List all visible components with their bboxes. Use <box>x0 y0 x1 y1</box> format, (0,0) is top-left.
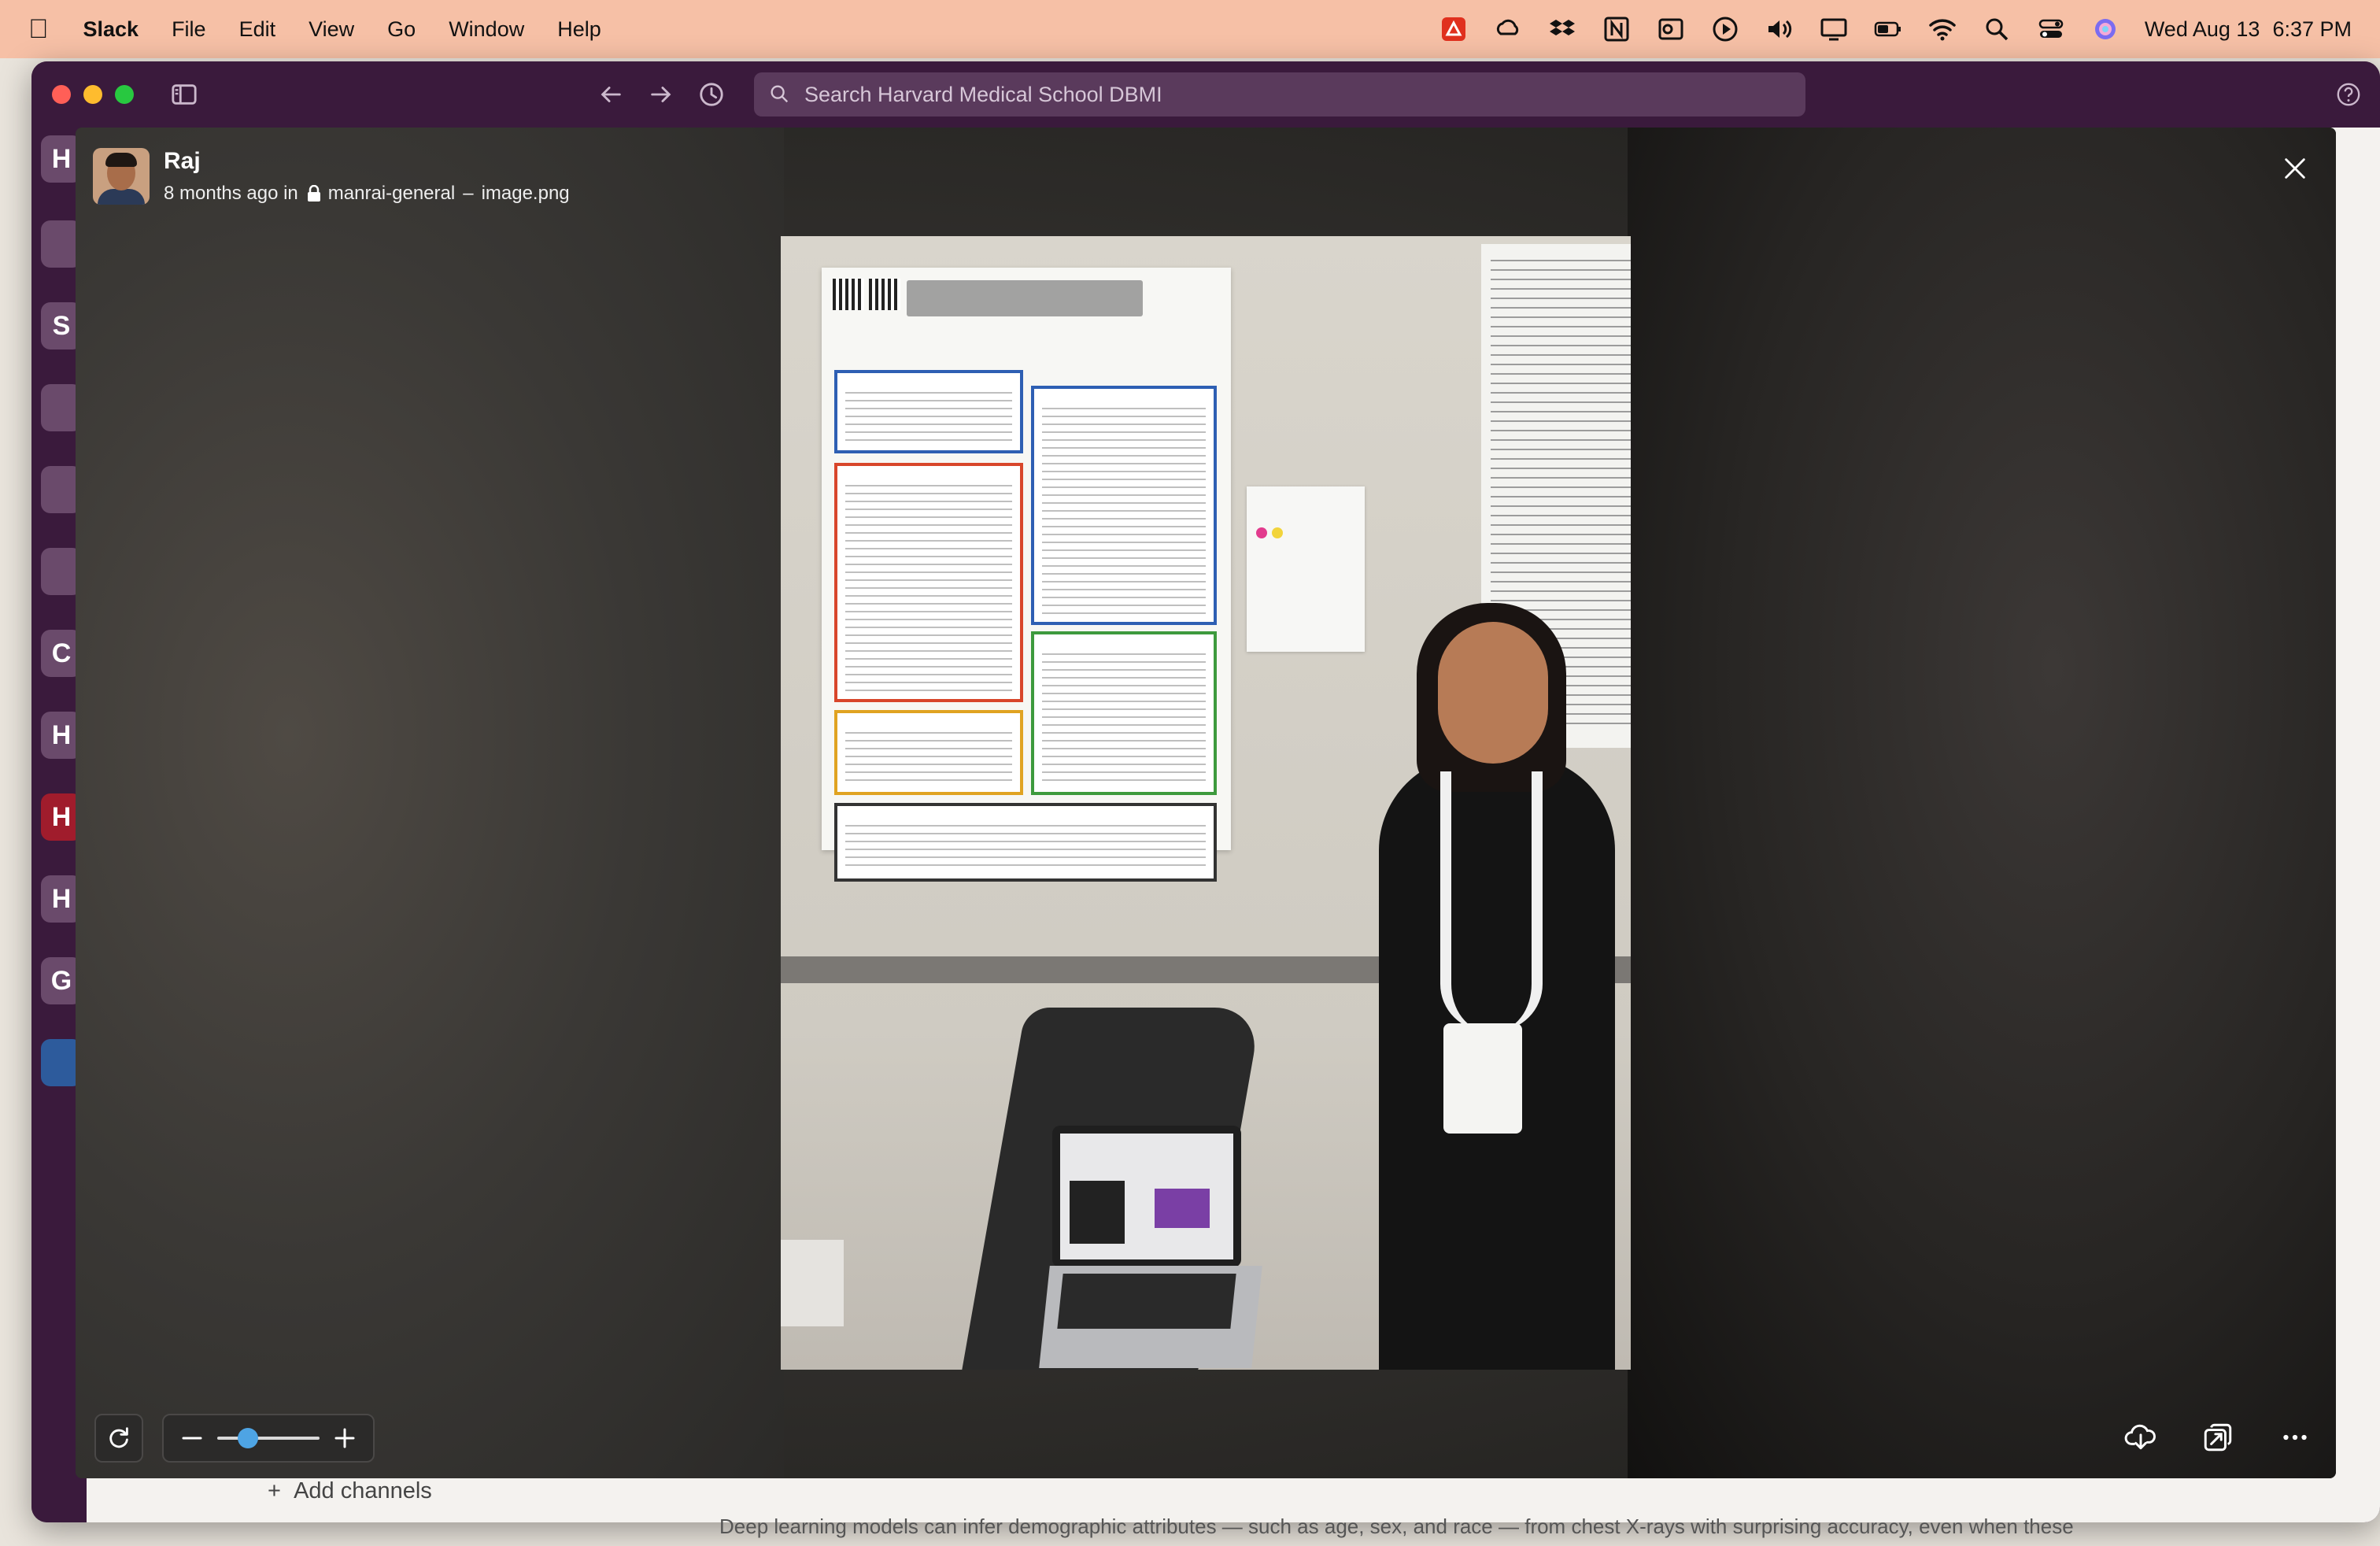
open-in-new-window-icon[interactable] <box>2194 1414 2241 1461</box>
file-meta-line: 8 months ago in manrai-general – image.p… <box>164 183 570 205</box>
reset-rotate-icon[interactable] <box>94 1414 143 1463</box>
blurred-backdrop-right <box>1628 128 2336 1478</box>
minimize-window-button[interactable] <box>83 85 102 104</box>
title-bar: Search Harvard Medical School DBMI <box>31 61 2380 128</box>
outlook-icon[interactable] <box>1655 13 1687 45</box>
add-channels-button[interactable]: + Add channels <box>268 1478 432 1504</box>
workspace-letter: H <box>51 719 72 750</box>
search-icon <box>768 83 792 106</box>
notion-icon[interactable] <box>1601 13 1632 45</box>
status-area: Wed Aug 13 6:37 PM <box>1415 13 2352 45</box>
clock-date: Wed Aug 13 <box>2144 17 2260 41</box>
zoom-window-button[interactable] <box>115 85 134 104</box>
search-placeholder: Search Harvard Medical School DBMI <box>804 82 1162 106</box>
display-icon[interactable] <box>1818 13 1850 45</box>
menu-edit[interactable]: Edit <box>239 17 276 42</box>
photo-laptop <box>1052 1126 1241 1267</box>
menu-view[interactable]: View <box>309 17 354 42</box>
photo-outlet <box>781 1240 844 1326</box>
menu-window[interactable]: Window <box>449 17 524 42</box>
photo-laptop-keyboard <box>1057 1274 1236 1329</box>
workspace-letter: G <box>50 965 72 996</box>
lock-icon <box>306 185 322 202</box>
add-channels-label: Add channels <box>294 1478 432 1503</box>
shared-image[interactable] <box>781 236 1631 1370</box>
photo-name-badge <box>1443 1023 1522 1134</box>
blurred-backdrop-left <box>76 128 784 1478</box>
download-icon[interactable] <box>2117 1414 2164 1461</box>
workspace-letter: S <box>52 310 71 341</box>
menubar-clock[interactable]: Wed Aug 13 6:37 PM <box>2145 17 2352 42</box>
zoom-controls <box>162 1414 375 1463</box>
photo-research-poster <box>822 268 1231 882</box>
battery-icon[interactable] <box>1872 13 1904 45</box>
search-bar[interactable]: Search Harvard Medical School DBMI <box>754 72 1805 117</box>
file-name: image.png <box>481 183 570 204</box>
zoom-in-icon[interactable] <box>323 1416 367 1460</box>
creative-cloud-icon[interactable] <box>1492 13 1524 45</box>
workspace-letter: H <box>51 883 72 914</box>
photo-note-sheet <box>1247 486 1365 652</box>
zoom-out-icon[interactable] <box>170 1416 214 1460</box>
workspace-letter: H <box>51 801 72 832</box>
wifi-icon[interactable] <box>1927 13 1958 45</box>
meta-separator: – <box>463 183 474 204</box>
menu-file[interactable]: File <box>172 17 206 42</box>
zoom-slider-track <box>217 1437 320 1440</box>
file-meta: Raj 8 months ago in manrai-general – ima… <box>164 148 570 205</box>
menu-help[interactable]: Help <box>557 17 601 42</box>
menu-go[interactable]: Go <box>387 17 416 42</box>
workspace-letter: H <box>51 143 72 174</box>
sidebar-toggle-icon[interactable] <box>168 79 200 110</box>
channel-link[interactable]: manrai-general <box>328 183 455 205</box>
play-icon[interactable] <box>1709 13 1741 45</box>
zoom-slider[interactable] <box>217 1426 320 1450</box>
author-name[interactable]: Raj <box>164 148 570 175</box>
help-icon[interactable] <box>2333 79 2364 110</box>
menu-bar:  Slack File Edit View Go Window Help <box>0 0 2380 58</box>
photo-lanyard <box>1440 771 1543 1031</box>
lightbox-actions <box>2117 1414 2319 1461</box>
siri-icon[interactable] <box>2090 13 2121 45</box>
more-actions-icon[interactable] <box>2271 1414 2319 1461</box>
clock-time: 6:37 PM <box>2272 17 2352 41</box>
image-lightbox: Raj 8 months ago in manrai-general – ima… <box>76 128 2336 1478</box>
back-arrow-icon[interactable] <box>593 77 628 112</box>
avatar[interactable] <box>93 148 150 205</box>
control-center-icon[interactable] <box>2035 13 2067 45</box>
volume-icon[interactable] <box>1764 13 1795 45</box>
forward-arrow-icon[interactable] <box>644 77 678 112</box>
workspace-letter: C <box>51 638 72 668</box>
plus-icon: + <box>268 1478 294 1503</box>
window-controls <box>52 85 134 104</box>
posted-time: 8 months ago in <box>164 183 298 204</box>
acrobat-icon[interactable] <box>1438 13 1469 45</box>
dropbox-icon[interactable] <box>1547 13 1578 45</box>
menu-app-name[interactable]: Slack <box>83 17 139 42</box>
spotlight-icon[interactable] <box>1981 13 2012 45</box>
zoom-slider-thumb[interactable] <box>238 1428 258 1448</box>
close-icon[interactable] <box>2278 151 2312 186</box>
photo-person-face <box>1438 622 1548 764</box>
background-message-text: Deep learning models can infer demograph… <box>719 1515 2074 1538</box>
apple-icon[interactable]:  <box>28 14 49 45</box>
close-window-button[interactable] <box>52 85 71 104</box>
lightbox-header: Raj 8 months ago in manrai-general – ima… <box>93 148 570 205</box>
history-clock-icon[interactable] <box>694 77 729 112</box>
